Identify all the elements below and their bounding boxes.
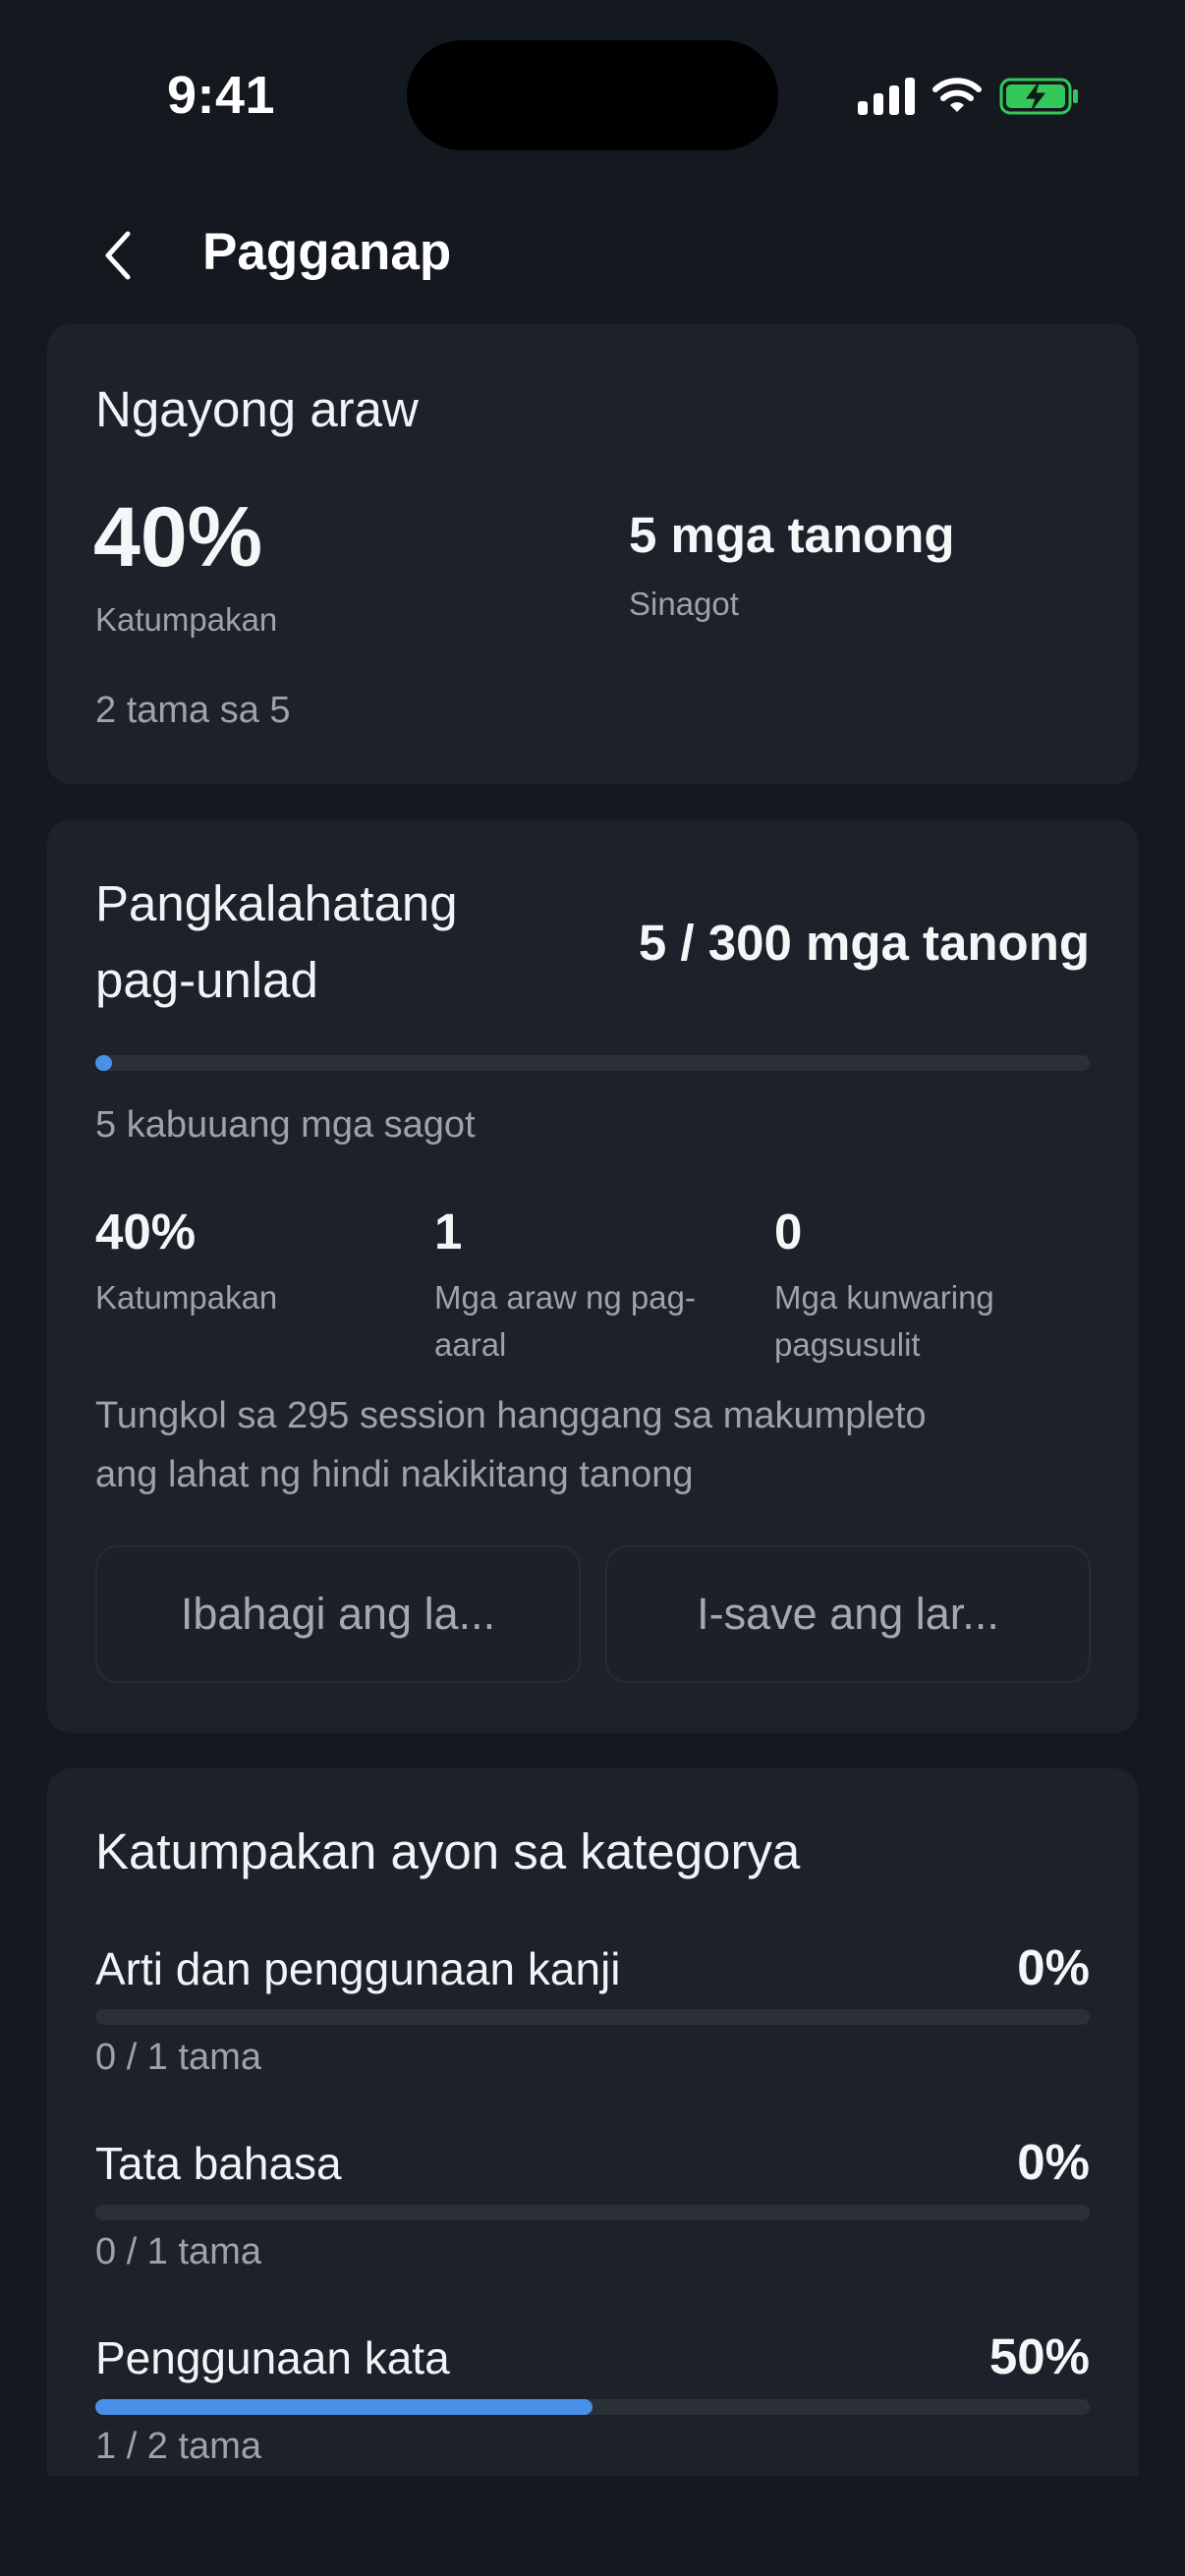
- today-accuracy-value: 40%: [93, 490, 263, 585]
- stat-value: 0: [774, 1204, 803, 1260]
- dynamic-island: [407, 40, 778, 150]
- status-time: 9:41: [167, 66, 276, 125]
- category-name: Tata bahasa: [95, 2138, 342, 2189]
- overall-estimate: Tungkol sa 295 session hanggang sa makum…: [95, 1395, 927, 1436]
- category-correct: 0 / 1 tama: [95, 2231, 261, 2272]
- overall-heading-line2: pag-unlad: [95, 952, 318, 1008]
- back-button[interactable]: [86, 224, 149, 287]
- bottom-mask: [0, 2476, 1185, 2576]
- nav-header: Pagganap: [0, 196, 1185, 314]
- overall-estimate: ang lahat ng hindi nakikitang tanong: [95, 1454, 694, 1495]
- signal-icon: [858, 78, 915, 115]
- category-name: Arti dan penggunaan kanji: [95, 1943, 621, 1994]
- overall-progress-bar: [95, 1055, 1090, 1071]
- category-correct: 0 / 1 tama: [95, 2037, 261, 2078]
- overall-total-answers: 5 kabuuang mga sagot: [95, 1104, 476, 1146]
- today-accuracy-label: Katumpakan: [95, 601, 278, 638]
- category-heading: Katumpakan ayon sa kategorya: [95, 1823, 801, 1879]
- today-correct-summary: 2 tama sa 5: [95, 690, 291, 731]
- wifi-icon: [932, 78, 982, 112]
- save-button[interactable]: I-save ang lar...: [605, 1545, 1091, 1683]
- category-bar: [95, 2205, 1090, 2220]
- overall-progress-text: 5 / 300 mga tanong: [638, 915, 1090, 971]
- stat-label: pagsusulit: [774, 1326, 921, 1363]
- stat-value: 40%: [95, 1204, 197, 1260]
- today-card: Ngayong araw 40% Katumpakan 5 mga tanong…: [47, 324, 1138, 784]
- today-answered-label: Sinagot: [629, 586, 739, 622]
- stat-label: aaral: [434, 1326, 507, 1363]
- battery-charging-icon: [999, 78, 1078, 115]
- stat-label: Katumpakan: [95, 1279, 278, 1316]
- category-percent: 0%: [1017, 2134, 1090, 2190]
- stat-value: 1: [434, 1204, 463, 1260]
- category-name: Penggunaan kata: [95, 2332, 450, 2383]
- share-button[interactable]: Ibahagi ang la...: [95, 1545, 581, 1683]
- stat-label: Mga kunwaring: [774, 1279, 994, 1316]
- status-icons: [858, 72, 1080, 121]
- stat-label: Mga araw ng pag-: [434, 1279, 696, 1316]
- today-answered-value: 5 mga tanong: [629, 507, 955, 563]
- status-bar: 9:41: [0, 0, 1185, 187]
- page-title: Pagganap: [202, 223, 452, 281]
- category-percent: 0%: [1017, 1939, 1090, 1995]
- overall-progress-fill: [95, 1055, 112, 1071]
- category-bar: [95, 2399, 1090, 2415]
- category-bar-fill: [95, 2399, 592, 2415]
- chevron-left-icon: [105, 231, 131, 280]
- today-heading: Ngayong araw: [95, 381, 419, 437]
- category-correct: 1 / 2 tama: [95, 2426, 261, 2467]
- overall-heading-line1: Pangkalahatang: [95, 875, 458, 931]
- category-percent: 50%: [988, 2328, 1090, 2384]
- category-bar: [95, 2009, 1090, 2025]
